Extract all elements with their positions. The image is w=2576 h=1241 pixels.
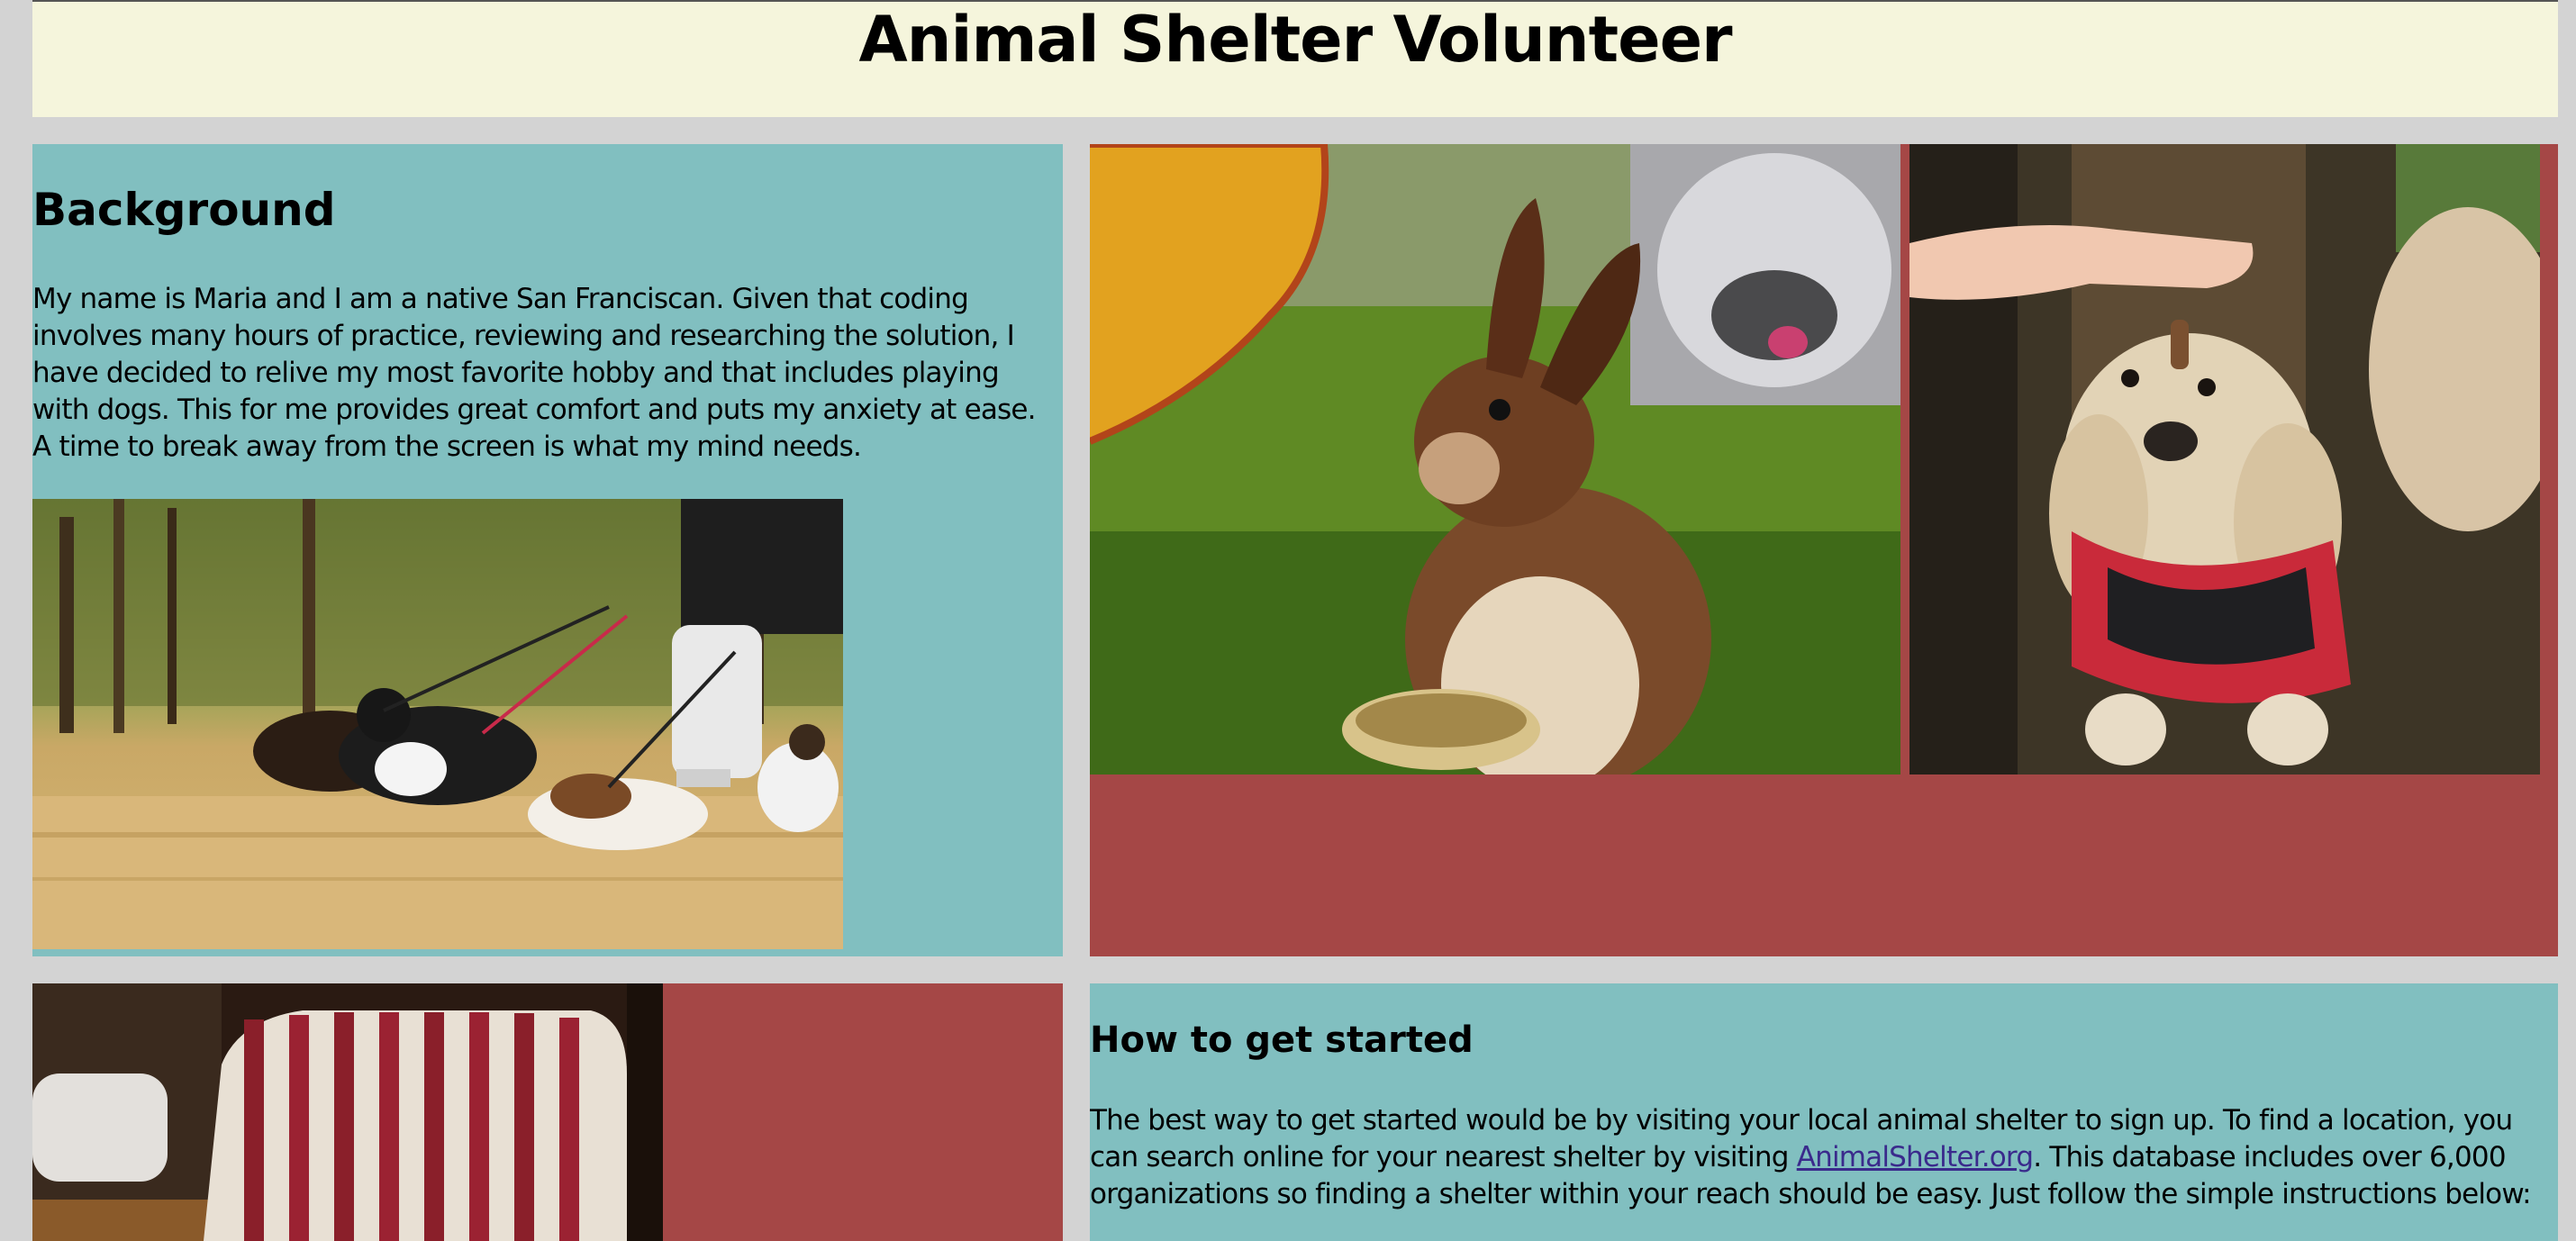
how-to-text: The best way to get started would be by … xyxy=(1090,1102,2558,1213)
cocker-spaniel-photo xyxy=(1909,144,2540,774)
how-to-section: How to get started The best way to get s… xyxy=(1090,983,2558,1241)
photo-gallery xyxy=(1090,144,2558,956)
background-text: My name is Maria and I am a native San F… xyxy=(32,283,1037,463)
striped-chair-photo xyxy=(32,983,663,1241)
background-heading: Background xyxy=(32,184,336,236)
animal-shelter-link[interactable]: AnimalShelter.org xyxy=(1797,1141,2034,1173)
chair-photo-section xyxy=(32,983,1063,1241)
dog-walking-photo xyxy=(32,499,843,949)
how-to-heading: How to get started xyxy=(1090,1019,1474,1061)
rabbit-photo xyxy=(1090,144,1900,774)
page-title: Animal Shelter Volunteer xyxy=(858,3,1732,77)
page-header: Animal Shelter Volunteer xyxy=(32,0,2558,117)
background-section: Background My name is Maria and I am a n… xyxy=(32,144,1063,956)
